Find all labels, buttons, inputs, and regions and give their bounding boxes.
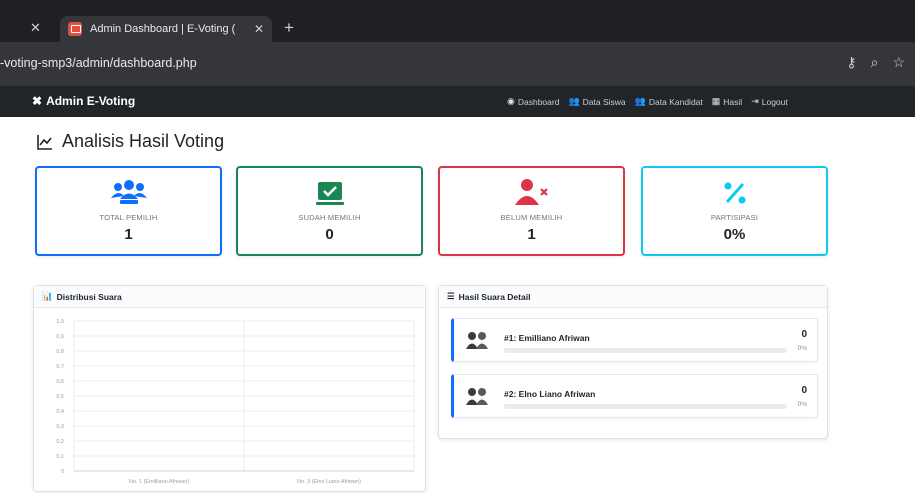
- tab-close-icon[interactable]: ✕: [254, 22, 264, 36]
- new-tab-icon[interactable]: +: [284, 18, 294, 38]
- distribusi-suara-panel: 📊 Distribusi Suara 0 0,1 0,2 0,3 0,4 0,5 0,6 0,…: [33, 285, 426, 492]
- chart-y-tick-label: 0,9: [56, 334, 64, 340]
- stat-value: 0: [325, 226, 334, 243]
- address-bar: -voting-smp3/admin/dashboard.php ⚷ ⌕ ☆: [0, 42, 915, 86]
- browser-tab[interactable]: Admin Dashboard | E-Voting ( ✕: [60, 16, 272, 42]
- users-icon: 👥: [568, 96, 580, 106]
- user-x-icon: [514, 179, 548, 205]
- candidate-vote-percent: 0%: [797, 345, 807, 352]
- bar-chart-icon: 📊: [42, 291, 53, 301]
- candidate-row-1: #1: Emilliano Afriwan 0 0%: [451, 318, 818, 362]
- brand-label: Admin E-Voting: [46, 94, 136, 108]
- nav-link-dashboard[interactable]: ◉ Dashboard: [507, 96, 559, 107]
- chart-y-tick-label: 0,1: [56, 454, 64, 460]
- stat-label: BELUM MEMILIH: [500, 213, 563, 222]
- nav-link-data-kandidat[interactable]: 👥 Data Kandidat: [635, 96, 703, 107]
- candidate-row-2: #2: Elno Liano Afriwan 0 0%: [451, 374, 818, 418]
- candidate-vote-percent: 0%: [797, 401, 807, 408]
- stat-label: PARTISIPASI: [710, 213, 759, 222]
- stat-value: 1: [124, 226, 133, 243]
- chart-x-tick-label: No. 1 (Emilliano Afriwan): [129, 479, 189, 485]
- candidates-icon: 👥: [634, 96, 646, 106]
- nav-link-label: Dashboard: [517, 96, 560, 107]
- candidate-progress-bar: [504, 404, 787, 409]
- logout-icon: ⇥: [751, 96, 759, 106]
- address-bar-icons: ⚷ ⌕ ☆: [846, 54, 905, 71]
- check-box-icon: [315, 182, 344, 205]
- candidate-name: #2: Elno Liano Afriwan: [504, 389, 596, 399]
- nav-links: ◉ Dashboard 👥 Data Siswa 👥 Data Kandidat…: [507, 96, 788, 107]
- chart-y-tick-label: 0,5: [56, 394, 64, 400]
- stat-card-partisipasi: PARTISIPASI 0%: [641, 166, 828, 256]
- browser-tab-bar: ✕ Admin Dashboard | E-Voting ( ✕ +: [0, 0, 915, 42]
- chart-x-tick-label: No. 3 (Elno Liano Afriwan): [297, 479, 361, 485]
- nav-link-label: Data Siswa: [582, 96, 626, 107]
- chart-y-tick-label: 0,7: [56, 364, 64, 370]
- panel-title: Distribusi Suara: [56, 291, 122, 302]
- brand[interactable]: ✖ Admin E-Voting: [32, 94, 135, 108]
- close-icon[interactable]: ✕: [30, 20, 41, 36]
- line-chart-icon: [37, 134, 52, 150]
- stat-card-sudah-memilih: SUDAH MEMILIH 0: [236, 166, 423, 256]
- list-icon: ☰: [447, 291, 455, 301]
- candidate-vote-count: 0: [801, 329, 807, 340]
- app-navbar: ✖ Admin E-Voting ◉ Dashboard 👥 Data Sisw…: [0, 86, 915, 117]
- panel-header: 📊 Distribusi Suara: [34, 286, 425, 308]
- hasil-suara-detail-panel: ☰ Hasil Suara Detail #1: Emilliano Afriw…: [438, 285, 828, 439]
- zoom-icon[interactable]: ⌕: [871, 54, 879, 71]
- stat-card-total-pemilih: TOTAL PEMILIH 1: [35, 166, 222, 256]
- candidate-avatar-icon: [466, 332, 488, 349]
- page-title: Analisis Hasil Voting: [36, 131, 224, 152]
- chart-y-tick-label: 0,4: [56, 409, 64, 415]
- chart-y-tick-label: 0,8: [56, 349, 64, 355]
- nav-link-label: Hasil: [723, 96, 743, 107]
- panel-title: Hasil Suara Detail: [458, 291, 531, 302]
- candidate-name: #1: Emilliano Afriwan: [504, 333, 590, 343]
- nav-link-label: Logout: [761, 96, 788, 107]
- nav-link-hasil[interactable]: ▦ Hasil: [712, 96, 742, 107]
- nav-link-label: Data Kandidat: [648, 96, 703, 107]
- users-icon: [110, 180, 147, 204]
- nav-link-logout[interactable]: ⇥ Logout: [751, 96, 788, 107]
- chart-y-tick-label: 0,6: [56, 379, 64, 385]
- percent-icon: [724, 182, 745, 204]
- stat-card-belum-memilih: BELUM MEMILIH 1: [438, 166, 625, 256]
- tools-icon: ✖: [32, 94, 43, 108]
- panel-header: ☰ Hasil Suara Detail: [439, 286, 827, 308]
- chart-y-tick-label: 0: [61, 469, 64, 475]
- results-icon: ▦: [711, 96, 721, 106]
- stat-label: TOTAL PEMILIH: [99, 213, 158, 222]
- candidate-progress-bar: [504, 348, 787, 353]
- nav-link-data-siswa[interactable]: 👥 Data Siswa: [568, 96, 625, 107]
- key-icon[interactable]: ⚷: [846, 54, 856, 71]
- favicon-icon: [68, 22, 82, 36]
- page-title-text: Analisis Hasil Voting: [62, 131, 225, 151]
- candidate-avatar-icon: [466, 388, 488, 405]
- url-field[interactable]: -voting-smp3/admin/dashboard.php: [0, 56, 197, 70]
- candidate-vote-count: 0: [801, 385, 807, 396]
- distribusi-suara-chart: 0 0,1 0,2 0,3 0,4 0,5 0,6 0,7 0,8 0,9 1,0 No. 1 (Em…: [56, 319, 415, 485]
- dashboard-icon: ◉: [507, 96, 515, 106]
- stat-label: SUDAH MEMILIH: [298, 213, 361, 222]
- chart-y-tick-label: 0,2: [56, 439, 64, 445]
- stat-value: 1: [527, 226, 536, 243]
- chart-y-tick-label: 1,0: [56, 319, 64, 325]
- tab-title: Admin Dashboard | E-Voting (: [90, 23, 236, 35]
- star-icon[interactable]: ☆: [892, 54, 905, 71]
- stat-value: 0%: [723, 226, 746, 243]
- chart-y-tick-label: 0,3: [56, 424, 64, 430]
